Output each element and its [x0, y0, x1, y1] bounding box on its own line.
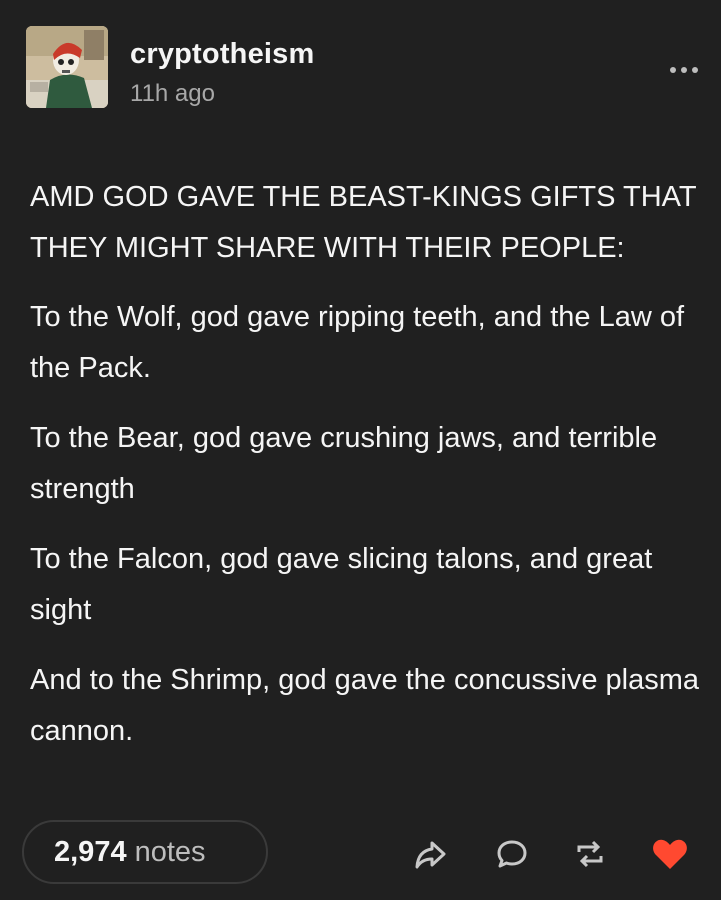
reply-icon[interactable] — [492, 834, 532, 874]
post-paragraph: To the Falcon, god gave slicing talons, … — [30, 543, 653, 626]
post-heading: AMD GOD GAVE THE BEAST-KINGS GIFTS THAT … — [30, 181, 697, 264]
reblog-icon[interactable] — [570, 834, 610, 874]
notes-label: notes — [134, 835, 206, 868]
like-icon[interactable] — [650, 834, 690, 874]
notes-button[interactable]: 2,974 notes — [22, 820, 268, 884]
author-name[interactable]: cryptotheism — [130, 38, 315, 71]
avatar[interactable] — [26, 26, 108, 108]
post-body: AMD GOD GAVE THE BEAST-KINGS GIFTS THAT … — [30, 172, 700, 776]
post-timestamp: 11h ago — [130, 80, 215, 107]
post-paragraph: To the Wolf, god gave ripping teeth, and… — [30, 301, 685, 384]
post-paragraph: To the Bear, god gave crushing jaws, and… — [30, 422, 658, 505]
notes-count: 2,974 — [54, 835, 127, 868]
share-icon[interactable] — [410, 834, 450, 874]
avatar-image — [26, 26, 108, 108]
more-options-icon[interactable] — [662, 62, 706, 78]
post-header: cryptotheism 11h ago — [26, 26, 706, 112]
post-card: cryptotheism 11h ago AMD GOD GAVE THE BE… — [0, 0, 721, 900]
post-paragraph: And to the Shrimp, god gave the concussi… — [30, 664, 699, 747]
